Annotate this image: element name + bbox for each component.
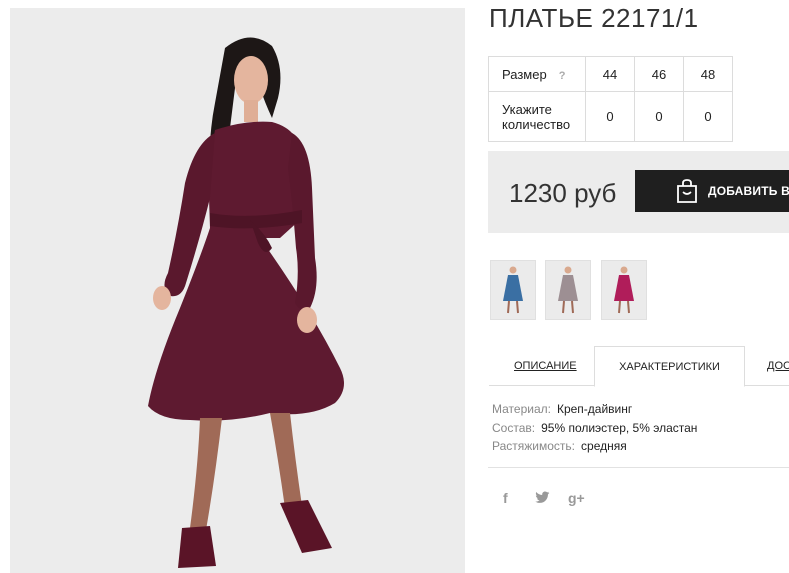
- spec-row: Состав: 95% полиэстер, 5% эластан: [492, 421, 697, 440]
- spec-row: Материал: Креп-дайвинг: [492, 402, 697, 421]
- size-label-cell: Размер?: [488, 56, 586, 92]
- spec-key: Материал:: [492, 402, 551, 416]
- quantity-label: Укажите количество: [488, 91, 586, 142]
- spec-key: Состав:: [492, 420, 536, 435]
- twitter-icon[interactable]: [535, 491, 550, 507]
- size-48: 48: [683, 56, 733, 92]
- product-tabs: ОПИСАНИЕ ХАРАКТЕРИСТИКИ ДОС: [489, 346, 789, 387]
- price-bar: 1230 руб ДОБАВИТЬ В З: [488, 151, 789, 233]
- quantity-input-44[interactable]: 0: [585, 91, 635, 142]
- size-help-icon[interactable]: ?: [559, 70, 566, 82]
- variant-thumb-blue[interactable]: [490, 260, 536, 320]
- specs-list: Материал: Креп-дайвинг Состав: 95% полиэст…: [492, 402, 697, 458]
- googleplus-icon[interactable]: g+: [568, 490, 585, 506]
- section-divider: [488, 467, 789, 468]
- facebook-icon[interactable]: f: [503, 490, 508, 506]
- spec-value: средняя: [581, 439, 627, 453]
- tab-description[interactable]: ОПИСАНИЕ: [514, 346, 577, 386]
- shopping-bag-icon: [675, 178, 699, 207]
- quantity-input-46[interactable]: 0: [634, 91, 684, 142]
- product-title: ПЛАТЬЕ 22171/1: [489, 3, 699, 33]
- product-main-image[interactable]: [10, 8, 465, 573]
- spec-key: Растяжимость:: [492, 439, 576, 453]
- quantity-input-48[interactable]: 0: [683, 91, 733, 142]
- model-illustration: [10, 8, 465, 573]
- tab-characteristics[interactable]: ХАРАКТЕРИСТИКИ: [594, 346, 745, 387]
- size-table: Размер? 44 46 48 Укажите количество 0 0 …: [488, 56, 733, 142]
- tab-delivery[interactable]: ДОС: [767, 346, 789, 386]
- spec-row: Растяжимость: средняя: [492, 439, 697, 458]
- variant-thumb-magenta[interactable]: [601, 260, 647, 320]
- variant-thumb-grey[interactable]: [545, 260, 591, 320]
- spec-value: 95% полиэстер, 5% эластан: [541, 420, 698, 435]
- add-to-cart-label: ДОБАВИТЬ В З: [708, 184, 789, 198]
- add-to-cart-button[interactable]: ДОБАВИТЬ В З: [635, 170, 789, 212]
- size-label: Размер: [502, 66, 547, 82]
- size-44: 44: [585, 56, 635, 92]
- spec-value: Креп-дайвинг: [556, 402, 633, 416]
- price: 1230 руб: [509, 178, 617, 208]
- size-46: 46: [634, 56, 684, 92]
